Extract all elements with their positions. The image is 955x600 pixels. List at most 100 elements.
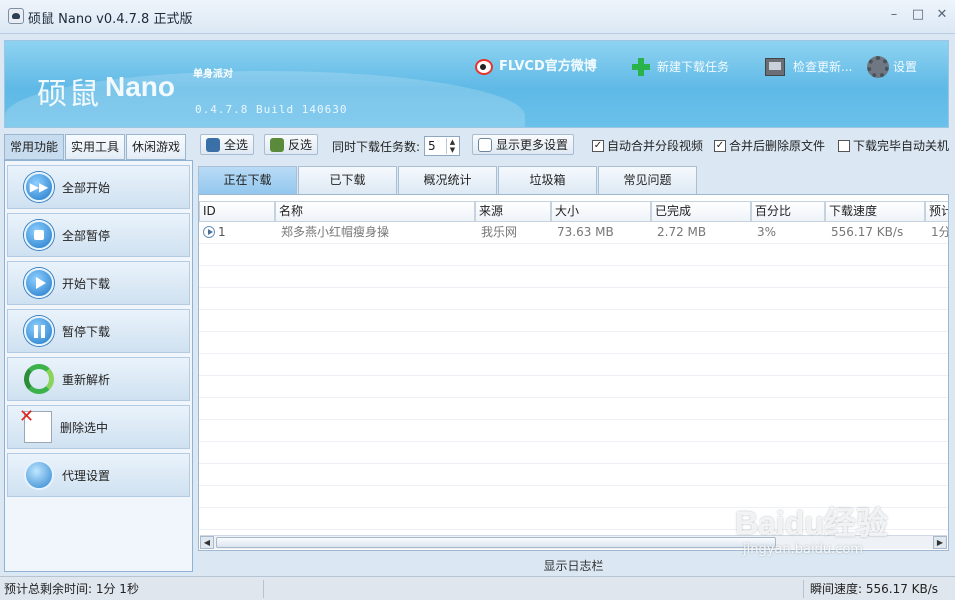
weibo-icon <box>475 59 493 75</box>
update-icon <box>765 58 785 76</box>
concurrent-tasks-stepper[interactable]: 5 ▲ ▼ <box>424 136 460 156</box>
reparse-button[interactable]: 重新解析 <box>7 357 190 401</box>
cell-percent: 3% <box>757 225 777 239</box>
invert-selection-button[interactable]: 反选 <box>264 134 319 155</box>
grid-line <box>199 529 948 530</box>
grid-line <box>199 441 948 442</box>
column-header-name[interactable]: 名称 <box>275 201 475 222</box>
grid-line <box>199 507 948 508</box>
weibo-link-label: FLVCD官方微博 <box>499 59 597 74</box>
table-row[interactable]: 1 郑多燕小红帽瘦身操 我乐网 73.63 MB 2.72 MB 3% 556.… <box>199 222 949 243</box>
delete-after-merge-label: 合并后删除原文件 <box>729 139 826 153</box>
show-log-toggle[interactable]: 显示日志栏 <box>198 556 949 576</box>
column-header-source[interactable]: 来源 <box>475 201 551 222</box>
settings-label: 设置 <box>893 60 918 74</box>
concurrent-tasks-label: 同时下载任务数: <box>332 140 421 154</box>
select-all-label: 全选 <box>224 138 249 152</box>
check-update-button[interactable]: 检查更新... <box>765 57 852 77</box>
title-bar: 硕鼠 Nano v0.4.7.8 正式版 – □ ✕ <box>0 0 955 34</box>
download-table: ID 名称 来源 大小 已完成 百分比 下载速度 预计 1 郑多燕小红帽瘦身操 … <box>198 194 949 551</box>
fast-forward-icon: ▶▶ <box>24 172 54 202</box>
pause-all-button[interactable]: 全部暂停 <box>7 213 190 257</box>
grid-line <box>199 419 948 420</box>
minimize-icon[interactable]: – <box>886 7 902 23</box>
column-header-size[interactable]: 大小 <box>551 201 651 222</box>
app-logo-icon <box>8 8 24 24</box>
cell-size: 73.63 MB <box>557 225 614 239</box>
tab-common-functions[interactable]: 常用功能 <box>4 134 65 160</box>
stop-icon <box>24 220 54 250</box>
weibo-link[interactable]: FLVCD官方微博 <box>475 57 597 77</box>
grid-line <box>199 331 948 332</box>
merge-label: 自动合并分段视频 <box>607 139 704 153</box>
shutdown-checkbox[interactable]: 下载完毕自动关机 <box>838 137 949 154</box>
cell-source: 我乐网 <box>481 225 518 239</box>
grid-line <box>199 463 948 464</box>
scroll-right-icon[interactable]: ▶ <box>933 536 947 549</box>
tab-games[interactable]: 休闲游戏 <box>126 134 187 160</box>
new-task-button[interactable]: 新建下载任务 <box>631 57 729 77</box>
column-header-percent[interactable]: 百分比 <box>751 201 825 222</box>
scroll-left-icon[interactable]: ◀ <box>200 536 214 549</box>
horizontal-scrollbar[interactable]: ◀ ▶ <box>200 535 947 549</box>
status-bar: 预计总剩余时间: 1分 1秒 瞬间速度: 556.17 KB/s <box>0 576 955 600</box>
delete-icon <box>19 406 52 443</box>
main-tab-bar: 正在下载 已下载 概况统计 垃圾箱 常见问题 <box>198 166 948 194</box>
maximize-icon[interactable]: □ <box>910 7 926 23</box>
left-tab-bar: 常用功能 实用工具 休闲游戏 <box>4 134 187 160</box>
pause-all-label: 全部暂停 <box>62 228 111 243</box>
column-header-speed[interactable]: 下载速度 <box>825 201 925 222</box>
refresh-icon <box>24 364 54 394</box>
cell-speed: 556.17 KB/s <box>831 225 904 239</box>
status-spacer <box>264 580 804 598</box>
proxy-settings-label: 代理设置 <box>62 468 111 483</box>
more-settings-label: 显示更多设置 <box>496 138 569 152</box>
left-action-panel: ▶▶ 全部开始 全部暂停 开始下载 暂停下载 重新解析 删除选中 代理设置 <box>4 160 193 572</box>
proxy-settings-button[interactable]: 代理设置 <box>7 453 190 497</box>
check-update-label: 检查更新... <box>793 60 853 74</box>
header-banner: 硕鼠 Nano 单身派对 0.4.7.8 Build 140630 FLVCD官… <box>4 40 949 128</box>
cell-completed: 2.72 MB <box>657 225 707 239</box>
delete-after-merge-checkbox[interactable]: ✓ 合并后删除原文件 <box>714 137 825 154</box>
tab-faq[interactable]: 常见问题 <box>598 166 697 194</box>
settings-button[interactable]: 设置 <box>867 56 918 78</box>
globe-icon <box>24 460 54 490</box>
close-icon[interactable]: ✕ <box>934 7 950 23</box>
column-header-eta[interactable]: 预计 <box>925 201 948 222</box>
instant-speed: 瞬间速度: 556.17 KB/s <box>810 582 939 596</box>
stepper-arrows-icon[interactable]: ▲ ▼ <box>446 138 458 154</box>
row-play-icon[interactable] <box>203 226 215 238</box>
cell-eta: 1分 <box>931 225 949 239</box>
tab-statistics[interactable]: 概况统计 <box>398 166 497 194</box>
delete-selected-label: 删除选中 <box>60 420 109 435</box>
tab-downloaded[interactable]: 已下载 <box>298 166 397 194</box>
column-header-id[interactable]: ID <box>199 201 275 222</box>
version-label: 0.4.7.8 Build 140630 <box>195 103 348 116</box>
plus-icon <box>631 57 651 77</box>
select-all-button[interactable]: 全选 <box>200 134 255 155</box>
select-all-icon <box>206 137 220 152</box>
shutdown-check-icon <box>838 139 850 152</box>
invert-selection-label: 反选 <box>288 138 313 152</box>
more-settings-button[interactable]: 显示更多设置 <box>472 134 575 155</box>
delete-selected-button[interactable]: 删除选中 <box>7 405 190 449</box>
tab-downloading[interactable]: 正在下载 <box>198 166 297 194</box>
start-download-button[interactable]: 开始下载 <box>7 261 190 305</box>
merge-checkbox[interactable]: ✓ 自动合并分段视频 <box>592 137 703 154</box>
pause-download-button[interactable]: 暂停下载 <box>7 309 190 353</box>
gear-icon <box>867 56 889 78</box>
tab-trash[interactable]: 垃圾箱 <box>498 166 597 194</box>
toolbar: 全选 反选 同时下载任务数: 5 ▲ ▼ 显示更多设置 ✓ 自动合并分段视频 ✓ … <box>198 134 955 156</box>
shutdown-label: 下载完毕自动关机 <box>853 139 950 153</box>
delete-after-merge-check-icon: ✓ <box>714 139 726 152</box>
window-title: 硕鼠 Nano v0.4.7.8 正式版 <box>28 12 193 27</box>
logo-tagline: 单身派对 <box>193 69 233 80</box>
start-all-label: 全部开始 <box>62 180 111 195</box>
invert-selection-icon <box>270 137 284 152</box>
scrollbar-thumb[interactable] <box>216 537 776 548</box>
grid-line <box>199 287 948 288</box>
start-all-button[interactable]: ▶▶ 全部开始 <box>7 165 190 209</box>
column-header-completed[interactable]: 已完成 <box>651 201 751 222</box>
pause-download-label: 暂停下载 <box>62 324 111 339</box>
tab-utilities[interactable]: 实用工具 <box>65 134 126 160</box>
